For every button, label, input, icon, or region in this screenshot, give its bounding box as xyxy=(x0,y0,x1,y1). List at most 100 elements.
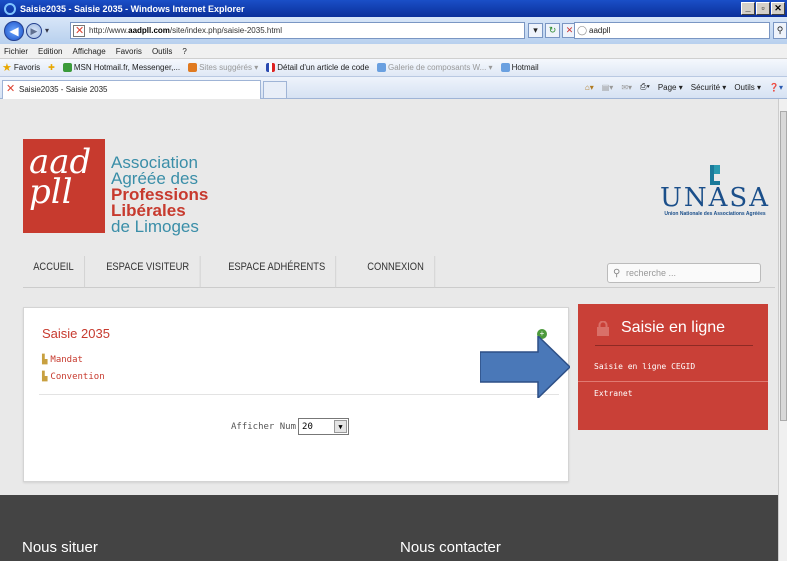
window-title: Saisie2035 - Saisie 2035 - Windows Inter… xyxy=(20,3,245,14)
document-icon: ▙ xyxy=(42,372,48,382)
close-button[interactable]: ✕ xyxy=(771,2,785,15)
forward-button[interactable]: ▶ xyxy=(26,22,42,39)
menu-edition[interactable]: Edition xyxy=(38,47,62,56)
menu-help[interactable]: ? xyxy=(182,47,186,56)
maximize-button[interactable]: ▫ xyxy=(756,2,770,15)
vertical-scrollbar[interactable] xyxy=(778,99,787,561)
print-icon[interactable]: ⎙▾ xyxy=(640,82,650,92)
favorite-suggested-label: Sites suggérés ▾ xyxy=(199,63,259,72)
display-count-value: 20 xyxy=(302,421,313,432)
url-path: /site/index.php/saisie-2035.html xyxy=(169,26,282,35)
feeds-icon[interactable]: ▤▾ xyxy=(602,83,614,92)
link-mandat-label: Mandat xyxy=(50,355,83,365)
tab-bar: Saisie2035 - Saisie 2035 ⌂▾ ▤▾ ✉▾ ⎙▾ Pag… xyxy=(0,77,787,99)
footer-nous-situer: Nous situer xyxy=(22,539,98,556)
tab-saisie2035[interactable]: Saisie2035 - Saisie 2035 xyxy=(2,80,261,99)
ie-page-icon xyxy=(377,63,387,72)
window-titlebar: Saisie2035 - Saisie 2035 - Windows Inter… xyxy=(0,0,787,17)
logo-script-text: aad pll xyxy=(29,142,92,212)
page-menu[interactable]: Page ▾ xyxy=(658,83,683,92)
address-bar[interactable]: http://www.aadpll.com/site/index.php/sai… xyxy=(70,22,525,39)
online-entry-panel: Saisie en ligne Saisie en ligne CEGID Ex… xyxy=(578,304,768,430)
unasa-word: UNASA xyxy=(659,183,771,213)
tab-title: Saisie2035 - Saisie 2035 xyxy=(19,85,108,94)
address-buttons: ▾ ↻ ✕ xyxy=(528,23,577,38)
site-favicon-icon xyxy=(73,24,85,37)
afficher-label: Afficher Num xyxy=(231,421,297,432)
flag-icon xyxy=(266,63,276,72)
tab-favicon-icon xyxy=(6,81,16,98)
link-convention[interactable]: ▙ Convention xyxy=(42,372,105,382)
unasa-tagline: Union Nationale des Associations Agréées xyxy=(664,211,766,217)
hotmail-icon xyxy=(500,63,510,72)
favorite-gallery-label: Galerie de composants W... ▾ xyxy=(388,63,493,72)
nav-accueil[interactable]: ACCUEIL xyxy=(23,256,85,288)
tools-menu[interactable]: Outils ▾ xyxy=(734,83,761,92)
favorites-star-icon: ★ xyxy=(2,62,12,74)
mail-icon[interactable]: ✉▾ xyxy=(621,83,632,92)
favorite-suggested[interactable]: Sites suggérés ▾ xyxy=(188,63,258,72)
suggested-sites-icon xyxy=(188,63,198,72)
menu-fichier[interactable]: Fichier xyxy=(4,47,28,56)
favorite-hotmail[interactable]: Hotmail xyxy=(500,63,539,72)
back-button[interactable]: ◀ xyxy=(4,20,24,41)
site-search-input[interactable]: ⚲ recherche ... xyxy=(607,263,761,283)
panel-item-divider xyxy=(578,381,768,382)
refresh-icon[interactable]: ↻ xyxy=(545,23,560,38)
unasa-logo[interactable]: UNASA Union Nationale des Associations A… xyxy=(655,165,775,217)
nav-espace-adherents[interactable]: ESPACE ADHÉRENTS xyxy=(218,256,337,288)
panel-divider xyxy=(595,345,753,346)
add-favorite-icon[interactable]: ✚ xyxy=(48,63,55,72)
page-title: Saisie 2035 xyxy=(42,326,110,341)
recent-pages-icon[interactable]: ▾ xyxy=(45,26,49,35)
chevron-down-icon: ▼ xyxy=(334,420,348,433)
footer-nous-contacter: Nous contacter xyxy=(400,539,501,556)
link-extranet[interactable]: Extranet xyxy=(594,389,633,398)
footer: Nous situer Nous contacter xyxy=(0,495,778,561)
display-count-control: Afficher Num 20 ▼ xyxy=(231,418,350,435)
menu-outils[interactable]: Outils xyxy=(152,47,172,56)
site-search-placeholder: recherche ... xyxy=(626,268,677,278)
command-bar: ⌂▾ ▤▾ ✉▾ ⎙▾ Page ▾ Sécurité ▾ Outils ▾ ❓… xyxy=(585,82,783,92)
favorites-bar: ★ Favoris ✚ MSN Hotmail.fr, Messenger,..… xyxy=(0,59,787,77)
link-saisie-cegid[interactable]: Saisie en ligne CEGID xyxy=(594,362,695,371)
favorites-button[interactable]: Favoris xyxy=(14,63,40,72)
address-toolbar: ◀ ▶ ▾ http://www.aadpll.com/site/index.p… xyxy=(0,17,787,44)
address-dropdown-icon[interactable]: ▾ xyxy=(528,23,543,38)
browser-search-value: aadpll xyxy=(589,26,611,35)
link-mandat[interactable]: ▙ Mandat xyxy=(42,355,83,365)
msn-icon xyxy=(62,63,72,72)
nav-connexion[interactable]: CONNEXION xyxy=(357,256,436,288)
window-controls: _ ▫ ✕ xyxy=(741,2,785,15)
page-viewport: aad pll Association Agréée des Professio… xyxy=(0,99,778,561)
favorite-gallery[interactable]: Galerie de composants W... ▾ xyxy=(377,63,493,72)
menu-favoris[interactable]: Favoris xyxy=(116,47,142,56)
unasa-mark-icon xyxy=(710,165,720,185)
association-name: Association Agréée des Professions Libér… xyxy=(111,154,208,236)
link-convention-label: Convention xyxy=(50,372,105,382)
home-icon[interactable]: ⌂▾ xyxy=(585,83,594,92)
security-menu[interactable]: Sécurité ▾ xyxy=(691,83,727,92)
aadpll-logo[interactable]: aad pll xyxy=(23,139,105,233)
search-icon: ⚲ xyxy=(613,268,621,279)
blue-arrow-annotation xyxy=(480,336,570,398)
scrollbar-thumb[interactable] xyxy=(780,111,787,421)
url-prefix: http://www. xyxy=(89,26,129,35)
browser-search-input[interactable]: aadpll xyxy=(574,22,770,39)
url-domain: aadpll.com xyxy=(128,26,170,35)
new-tab-button[interactable] xyxy=(263,81,287,99)
minimize-button[interactable]: _ xyxy=(741,2,755,15)
panel-title: Saisie en ligne xyxy=(621,319,726,336)
menu-bar: Fichier Edition Affichage Favoris Outils… xyxy=(0,44,787,59)
search-go-icon[interactable]: ⚲ xyxy=(773,22,787,39)
nav-espace-visiteur[interactable]: ESPACE VISITEUR xyxy=(96,256,200,288)
assoc-line-5: de Limoges xyxy=(111,217,199,236)
favorite-msn-label: MSN Hotmail.fr, Messenger,... xyxy=(73,63,181,72)
help-icon[interactable]: ❓▾ xyxy=(769,83,783,92)
favorite-msn[interactable]: MSN Hotmail.fr, Messenger,... xyxy=(62,63,181,72)
menu-affichage[interactable]: Affichage xyxy=(72,47,105,56)
display-count-select[interactable]: 20 ▼ xyxy=(298,418,350,435)
lock-icon xyxy=(597,321,609,336)
favorite-code-label: Détail d'un article de code xyxy=(277,63,370,72)
favorite-code-article[interactable]: Détail d'un article de code xyxy=(266,63,369,72)
